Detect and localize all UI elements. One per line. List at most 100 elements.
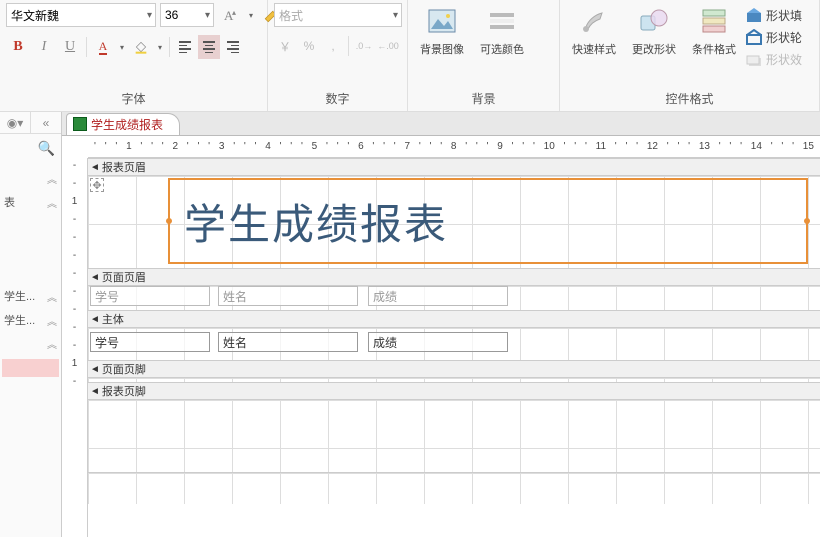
conditional-icon <box>698 5 730 37</box>
brush-icon <box>578 5 610 37</box>
report-title-label[interactable]: 学生成绩报表 <box>168 178 808 264</box>
chevron-up-icon: ︽ <box>47 195 57 210</box>
ribbon-group-background: 背景图像 可选颜色 背景 <box>408 0 560 111</box>
italic-button[interactable]: I <box>32 35 56 59</box>
sidebar-chevron-button[interactable]: « <box>31 112 61 133</box>
shape-outline-icon <box>746 29 762 45</box>
alt-color-button[interactable]: 可选颜色 <box>474 3 530 67</box>
conditional-format-label: 条件格式 <box>692 41 736 57</box>
section-bar-report-footer[interactable]: ◄报表页脚 <box>88 382 820 400</box>
empty-grid-area <box>88 472 820 504</box>
report-sections: ◄报表页眉 ✥ 学生成绩报表 ◄页面页眉 学号 姓名 成绩 ◄主体 学号 姓名 … <box>88 158 820 537</box>
horizontal-ruler[interactable]: ' ' ' 1 ' ' ' 2 ' ' ' 3 ' ' ' 4 ' ' ' 5 … <box>88 136 820 158</box>
align-left-button[interactable] <box>174 35 196 59</box>
ribbon-group-font: 华文新魏 36 A▴ ▾ B I U A ▾ ▾ <box>0 0 268 111</box>
increase-font-icon: A▴ <box>222 7 238 23</box>
quick-style-label: 快速样式 <box>572 41 616 57</box>
shape-fill-button[interactable]: 形状填 <box>746 5 802 25</box>
group-label-controls: 控件格式 <box>566 86 813 111</box>
section-report-header[interactable]: ✥ 学生成绩报表 <box>88 176 820 268</box>
chevron-up-icon: ︽ <box>47 313 57 328</box>
chevron-up-icon: ︽ <box>47 336 57 351</box>
section-page-footer[interactable] <box>88 378 820 382</box>
background-image-button[interactable]: 背景图像 <box>414 3 470 67</box>
separator <box>348 36 349 56</box>
font-color-dropdown[interactable]: ▾ <box>117 35 127 59</box>
fill-color-button[interactable] <box>129 35 153 59</box>
palette-icon <box>486 5 518 37</box>
fill-color-dropdown[interactable]: ▾ <box>155 35 165 59</box>
increase-font-button[interactable]: A▴ <box>218 3 242 27</box>
separator <box>169 37 170 57</box>
percent-button[interactable]: % <box>298 35 320 57</box>
font-family-select[interactable]: 华文新魏 <box>6 3 156 27</box>
section-bar-detail[interactable]: ◄主体 <box>88 310 820 328</box>
shape-format-list: 形状填 形状轮 形状效 <box>746 3 802 71</box>
decrease-decimal-button[interactable]: ←.00 <box>377 35 399 57</box>
chevron-up-icon: ︽ <box>47 289 57 304</box>
sidebar-group-tables[interactable]: ︽ <box>2 167 59 190</box>
change-shape-icon <box>638 5 670 37</box>
section-page-header[interactable]: 学号 姓名 成绩 <box>88 286 820 310</box>
header-label-id[interactable]: 学号 <box>90 286 210 306</box>
ribbon-group-controls: 快速样式 更改形状 条件格式 形状填 <box>560 0 820 111</box>
increase-decimal-button[interactable]: .0→ <box>353 35 375 57</box>
section-bar-report-header[interactable]: ◄报表页眉 <box>88 158 820 176</box>
header-label-score[interactable]: 成绩 <box>368 286 508 306</box>
sidebar-item-student1[interactable]: 学生...︽ <box>2 284 59 308</box>
font-more-dropdown[interactable]: ▾ <box>246 3 256 27</box>
field-score[interactable]: 成绩 <box>368 332 508 352</box>
align-right-button[interactable] <box>222 35 244 59</box>
background-image-label: 背景图像 <box>420 41 464 57</box>
align-center-button[interactable] <box>198 35 220 59</box>
sidebar-item-table[interactable]: 表︽ <box>2 190 59 214</box>
conditional-format-button[interactable]: 条件格式 <box>686 3 742 67</box>
circle-dropdown-icon: ◉▾ <box>7 116 24 130</box>
font-size-select[interactable]: 36 <box>160 3 214 27</box>
vertical-ruler[interactable]: --1-- ----- -1- <box>62 158 88 537</box>
field-name[interactable]: 姓名 <box>218 332 358 352</box>
chevron-left-icon: « <box>43 116 50 130</box>
document-tab-bar: 学生成绩报表 <box>62 112 820 136</box>
shape-outline-button[interactable]: 形状轮 <box>746 27 802 47</box>
section-report-footer[interactable] <box>88 400 820 472</box>
group-label-background: 背景 <box>414 86 553 111</box>
tab-title: 学生成绩报表 <box>91 116 163 133</box>
group-label-font: 字体 <box>6 86 261 111</box>
sidebar-dropdown-button[interactable]: ◉▾ <box>0 112 31 133</box>
header-label-name[interactable]: 姓名 <box>218 286 358 306</box>
change-shape-button[interactable]: 更改形状 <box>626 3 682 67</box>
sidebar-selected-item[interactable] <box>2 359 59 377</box>
shape-fill-icon <box>746 7 762 23</box>
design-canvas: 学生成绩报表 ' ' ' 1 ' ' ' 2 ' ' ' 3 ' ' ' 4 '… <box>62 112 820 537</box>
section-bar-page-footer[interactable]: ◄页面页脚 <box>88 360 820 378</box>
section-bar-page-header[interactable]: ◄页面页眉 <box>88 268 820 286</box>
document-tab[interactable]: 学生成绩报表 <box>66 113 180 135</box>
shape-effect-icon <box>746 51 762 67</box>
align-right-icon <box>227 41 239 53</box>
move-handle-icon[interactable]: ✥ <box>90 178 104 192</box>
quick-style-button[interactable]: 快速样式 <box>566 3 622 67</box>
underline-button[interactable]: U <box>58 35 82 59</box>
bucket-icon <box>133 39 149 55</box>
group-label-number: 数字 <box>274 86 401 111</box>
navigation-sidebar: ◉▾ « 🔍 ︽ 表︽ 学生...︽ 学生...︽ ︽ <box>0 112 62 537</box>
separator <box>86 37 87 57</box>
font-color-button[interactable]: A <box>91 35 115 59</box>
bold-button[interactable]: B <box>6 35 30 59</box>
currency-button[interactable]: ￥ <box>274 35 296 57</box>
comma-button[interactable]: , <box>322 35 344 57</box>
sidebar-collapse[interactable]: ︽ <box>2 332 59 355</box>
svg-text:▴: ▴ <box>232 8 236 17</box>
chevron-up-icon: ︽ <box>47 171 57 186</box>
shape-effect-button[interactable]: 形状效 <box>746 49 802 69</box>
number-format-select[interactable]: 格式 <box>274 3 402 27</box>
main-area: ◉▾ « 🔍 ︽ 表︽ 学生...︽ 学生...︽ ︽ 学生成绩报表 ' ' '… <box>0 112 820 537</box>
ribbon: 华文新魏 36 A▴ ▾ B I U A ▾ ▾ <box>0 0 820 112</box>
alt-color-label: 可选颜色 <box>480 41 524 57</box>
report-icon <box>73 117 87 131</box>
field-id[interactable]: 学号 <box>90 332 210 352</box>
search-icon[interactable]: 🔍 <box>38 140 55 156</box>
sidebar-item-student2[interactable]: 学生...︽ <box>2 308 59 332</box>
section-detail[interactable]: 学号 姓名 成绩 <box>88 328 820 360</box>
